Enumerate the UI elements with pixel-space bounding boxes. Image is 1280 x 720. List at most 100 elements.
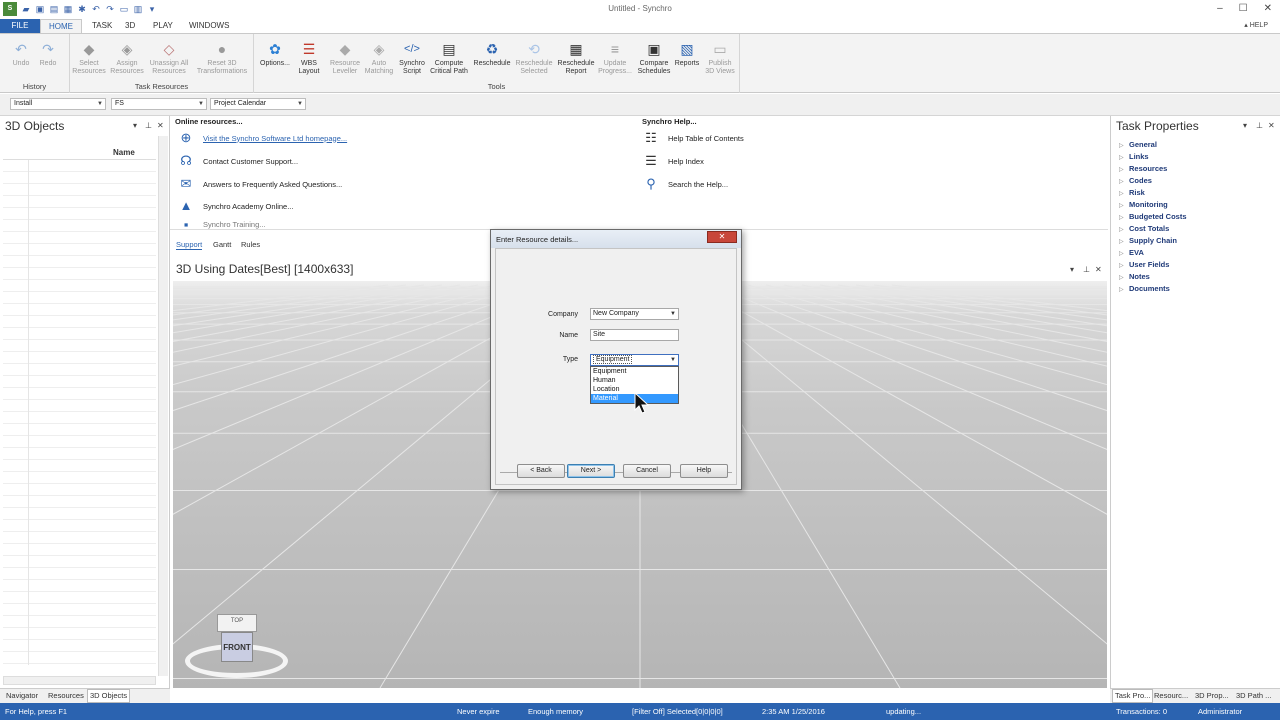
help-contents-link[interactable]: ☷ Help Table of Contents (642, 129, 744, 147)
link-type-combo[interactable]: FS ▼ (111, 98, 207, 110)
tab-3d-properties[interactable]: 3D Prop... (1195, 691, 1229, 700)
redo-button[interactable]: ↷ Redo (29, 40, 67, 68)
property-group-monitoring[interactable]: ▷ Monitoring (1119, 200, 1168, 209)
help-menu[interactable]: ▴ HELP (1244, 21, 1268, 29)
panel-menu-icon[interactable]: ▾ (133, 121, 137, 130)
property-group-resources[interactable]: ▷ Resources (1119, 164, 1167, 173)
tab-home[interactable]: HOME (40, 19, 82, 33)
back-button[interactable]: < Back (517, 464, 565, 478)
resource-leveller-button[interactable]: ◆ Resource Leveller (326, 40, 364, 76)
property-group-general[interactable]: ▷ General (1119, 140, 1157, 149)
dialog-close-button[interactable]: ✕ (707, 231, 737, 243)
expand-triangle-icon[interactable]: ▷ (1119, 226, 1129, 233)
reschedule-selected-button[interactable]: ⟲ Reschedule Selected (512, 40, 556, 76)
company-label: Company (548, 311, 578, 318)
pin-icon[interactable]: ⊥ (1256, 121, 1263, 130)
wbs-layout-label: WBS Layout (298, 60, 320, 75)
help-button[interactable]: Help (680, 464, 728, 478)
property-group-notes[interactable]: ▷ Notes (1119, 272, 1150, 281)
tab-play[interactable]: PLAY (145, 19, 181, 33)
property-group-budgeted-costs[interactable]: ▷ Budgeted Costs (1119, 212, 1187, 221)
compute-critical-path-button[interactable]: ▤ Compute Critical Path (426, 40, 472, 76)
cancel-button[interactable]: Cancel (623, 464, 671, 478)
property-group-codes[interactable]: ▷ Codes (1119, 176, 1152, 185)
wbs-layout-button[interactable]: ☰ WBS Layout (290, 40, 328, 76)
property-group-supply-chain[interactable]: ▷ Supply Chain (1119, 236, 1177, 245)
type-option-equipment[interactable]: Equipment (591, 367, 678, 376)
property-group-cost-totals[interactable]: ▷ Cost Totals (1119, 224, 1169, 233)
expand-triangle-icon[interactable]: ▷ (1119, 274, 1129, 281)
view-cube-top[interactable]: TOP (217, 614, 257, 632)
expand-triangle-icon[interactable]: ▷ (1119, 190, 1129, 197)
tab-gantt[interactable]: Gantt (213, 240, 231, 249)
tab-resources[interactable]: Resources (48, 691, 84, 700)
tab-support[interactable]: Support (176, 240, 203, 250)
property-group-eva[interactable]: ▷ EVA (1119, 248, 1144, 257)
tab-3d-objects[interactable]: 3D Objects (87, 689, 131, 703)
activity-type-combo[interactable]: Install ▼ (10, 98, 106, 110)
panel-menu-icon[interactable]: ▾ (1243, 121, 1247, 130)
academy-link[interactable]: ▲ Synchro Academy Online... (177, 197, 294, 215)
select-resources-button[interactable]: ◆ Select Resources (70, 40, 108, 76)
dialog-title-bar[interactable]: Enter Resource details... ✕ (491, 230, 741, 248)
property-group-documents[interactable]: ▷ Documents (1119, 284, 1170, 293)
tab-3d-path[interactable]: 3D Path ... (1236, 691, 1271, 700)
expand-triangle-icon[interactable]: ▷ (1119, 214, 1129, 221)
help-index-link[interactable]: ☰ Help Index (642, 152, 704, 170)
assign-resources-button[interactable]: ◈ Assign Resources (108, 40, 146, 76)
faq-link[interactable]: ✉ Answers to Frequently Asked Questions..… (177, 175, 343, 193)
calendar-combo[interactable]: Project Calendar ▼ (210, 98, 306, 110)
close-icon[interactable]: ✕ (1264, 3, 1272, 14)
panel-menu-icon[interactable]: ▾ (1070, 265, 1074, 274)
homepage-link[interactable]: ⊕ Visit the Synchro Software Ltd homepage… (177, 129, 348, 147)
contact-support-link[interactable]: ☊ Contact Customer Support... (177, 152, 298, 170)
expand-triangle-icon[interactable]: ▷ (1119, 154, 1129, 161)
next-button[interactable]: Next > (567, 464, 615, 478)
expand-triangle-icon[interactable]: ▷ (1119, 178, 1129, 185)
pin-icon[interactable]: ⊥ (145, 121, 152, 130)
training-link[interactable]: ▪ Synchro Training... (177, 219, 266, 230)
tab-rules[interactable]: Rules (241, 240, 260, 249)
expand-triangle-icon[interactable]: ▷ (1119, 202, 1129, 209)
tab-windows[interactable]: WINDOWS (181, 19, 237, 33)
property-group-links[interactable]: ▷ Links (1119, 152, 1149, 161)
options-button[interactable]: ✿ Options... (256, 40, 294, 68)
window-controls: – ☐ ✕ (1217, 3, 1272, 14)
unassign-resources-button[interactable]: ◇ Unassign All Resources (146, 40, 192, 76)
tab-task[interactable]: TASK (84, 19, 120, 33)
horizontal-scrollbar[interactable] (3, 676, 156, 685)
pin-icon[interactable]: ⊥ (1083, 265, 1090, 274)
close-icon[interactable]: ✕ (157, 121, 164, 130)
close-icon[interactable]: ✕ (1268, 121, 1275, 130)
tab-navigator[interactable]: Navigator (6, 691, 38, 700)
type-option-human[interactable]: Human (591, 376, 678, 385)
search-help-link[interactable]: ⚲ Search the Help... (642, 175, 728, 193)
publish-3d-views-button[interactable]: ▭ Publish 3D Views (701, 40, 739, 76)
view-cube-front[interactable]: FRONT (221, 632, 253, 662)
expand-triangle-icon[interactable]: ▷ (1119, 166, 1129, 173)
expand-triangle-icon[interactable]: ▷ (1119, 286, 1129, 293)
reset-3d-button[interactable]: ● Reset 3D Transformations (194, 40, 250, 76)
close-icon[interactable]: ✕ (1095, 265, 1102, 274)
property-group-risk[interactable]: ▷ Risk (1119, 188, 1145, 197)
objects-grid[interactable] (3, 160, 156, 665)
tab-resource-properties[interactable]: Resourc... (1154, 691, 1188, 700)
expand-triangle-icon[interactable]: ▷ (1119, 250, 1129, 257)
expand-triangle-icon[interactable]: ▷ (1119, 262, 1129, 269)
minimize-icon[interactable]: – (1217, 3, 1223, 14)
tab-task-properties[interactable]: Task Pro... (1112, 689, 1154, 703)
maximize-icon[interactable]: ☐ (1239, 3, 1248, 14)
reschedule-button[interactable]: ♻ Reschedule (471, 40, 513, 68)
tab-3d[interactable]: 3D (117, 19, 143, 33)
vertical-scrollbar[interactable] (158, 136, 168, 676)
property-group-user-fields[interactable]: ▷ User Fields (1119, 260, 1169, 269)
name-input[interactable]: Site (590, 329, 679, 341)
type-select[interactable]: Equipment ▼ (590, 354, 679, 366)
column-header[interactable]: Name (3, 146, 156, 160)
company-select[interactable]: New Company ▼ (590, 308, 679, 320)
reschedule-report-button[interactable]: ▦ Reschedule Report (554, 40, 598, 76)
expand-triangle-icon[interactable]: ▷ (1119, 238, 1129, 245)
expand-triangle-icon[interactable]: ▷ (1119, 142, 1129, 149)
tab-file[interactable]: FILE (0, 19, 40, 33)
update-progress-button[interactable]: ≡ Update Progress... (596, 40, 634, 76)
